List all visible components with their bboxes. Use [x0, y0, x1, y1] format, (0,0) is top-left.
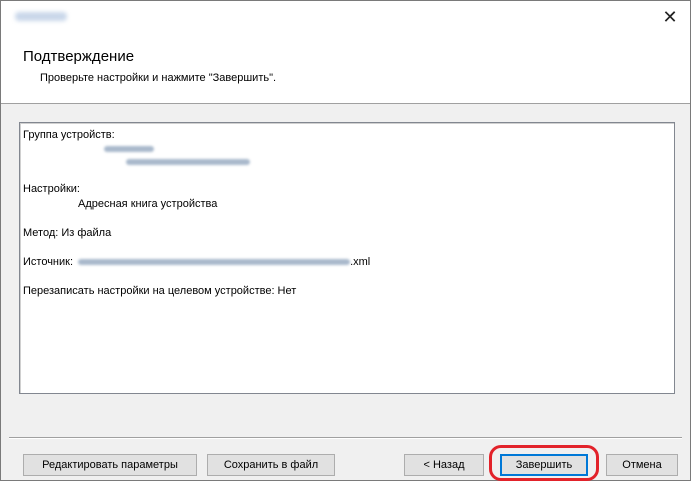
- cancel-button[interactable]: Отмена: [606, 454, 678, 476]
- source-suffix: .xml: [350, 256, 371, 268]
- title-bar: ✕: [1, 1, 690, 33]
- page-title: Подтверждение: [23, 48, 135, 65]
- summary-textbox[interactable]: Группа устройств: Настройки: Адресная кн…: [19, 122, 675, 394]
- page-subtitle: Проверьте настройки и нажмите "Завершить…: [40, 72, 277, 84]
- edit-parameters-button[interactable]: Редактировать параметры: [23, 454, 197, 476]
- close-icon: ✕: [662, 6, 678, 27]
- source-label: Источник:: [23, 256, 74, 268]
- source-line: Источник: .xml: [23, 256, 370, 268]
- device-group-item-redacted: [126, 156, 250, 168]
- device-group-item-redacted: [104, 143, 154, 155]
- settings-label: Настройки:: [23, 183, 80, 195]
- wizard-header: Подтверждение Проверьте настройки и нажм…: [1, 33, 690, 104]
- save-to-file-button[interactable]: Сохранить в файл: [207, 454, 335, 476]
- source-path-redacted: [78, 259, 351, 266]
- device-group-label: Группа устройств:: [23, 129, 115, 141]
- back-button[interactable]: < Назад: [404, 454, 484, 476]
- method-line: Метод: Из файла: [23, 227, 112, 239]
- window-title-redacted: [15, 12, 67, 21]
- overwrite-line: Перезаписать настройки на целевом устрой…: [23, 285, 297, 297]
- close-button[interactable]: ✕: [650, 1, 690, 33]
- dialog-window: ✕ Подтверждение Проверьте настройки и на…: [0, 0, 691, 481]
- settings-value: Адресная книга устройства: [78, 198, 218, 210]
- finish-button[interactable]: Завершить: [500, 454, 588, 476]
- button-divider: [9, 437, 682, 439]
